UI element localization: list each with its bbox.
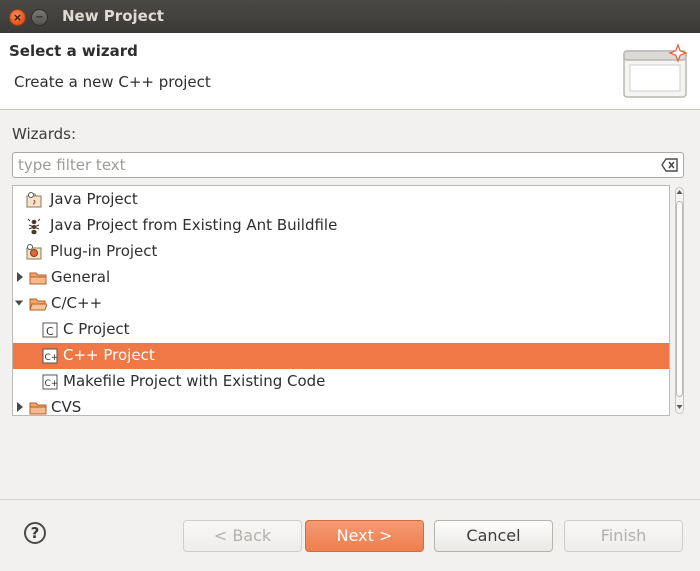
wizard-tree[interactable]: Java Project Java Project from Existing … <box>12 185 670 416</box>
tree-item-label: Java Project <box>50 190 138 208</box>
svg-text:C: C <box>46 325 54 338</box>
back-button[interactable]: < Back <box>183 520 302 552</box>
cpp-project-icon: C+ <box>42 348 59 364</box>
scroll-up-icon[interactable] <box>676 189 683 195</box>
folder-icon <box>29 272 47 285</box>
tree-item-label: C Project <box>63 320 130 338</box>
plugin-project-icon <box>26 244 42 260</box>
svg-text:C+: C+ <box>45 353 59 363</box>
folder-open-icon <box>29 298 47 311</box>
minimize-window-button[interactable]: − <box>31 9 48 26</box>
filter-input[interactable] <box>13 153 648 177</box>
close-window-button[interactable]: × <box>9 9 26 26</box>
tree-item-cpp-project[interactable]: C+ C++ Project <box>13 343 669 369</box>
window-title: New Project <box>62 7 164 25</box>
collapse-arrow-icon[interactable] <box>14 297 24 309</box>
tree-item-label: CVS <box>51 398 82 416</box>
ant-icon <box>27 218 41 235</box>
tree-item-cpp-category[interactable]: C/C++ <box>13 291 669 317</box>
tree-item-label: C/C++ <box>51 294 103 312</box>
page-title: Select a wizard <box>9 42 138 60</box>
tree-item-label: Makefile Project with Existing Code <box>63 372 326 390</box>
svg-text:C+: C+ <box>45 379 59 389</box>
wizards-label: Wizards: <box>12 125 77 143</box>
finish-button[interactable]: Finish <box>564 520 683 552</box>
tree-item-c-project[interactable]: C C Project <box>13 317 669 343</box>
cancel-button[interactable]: Cancel <box>434 520 553 552</box>
tree-item-label: C++ Project <box>63 346 155 364</box>
tree-item-makefile-project[interactable]: C+ Makefile Project with Existing Code <box>13 369 669 395</box>
new-project-dialog: × − New Project Select a wizard Create a… <box>0 0 700 571</box>
tree-item-cvs[interactable]: CVS <box>13 395 669 416</box>
tree-scrollbar[interactable] <box>672 185 686 416</box>
help-button[interactable]: ? <box>24 522 46 544</box>
wizard-header: Select a wizard Create a new C++ project <box>0 33 700 110</box>
next-button[interactable]: Next > <box>305 520 424 552</box>
footer-divider <box>0 499 700 500</box>
c-project-icon: C <box>42 322 58 338</box>
expand-arrow-icon[interactable] <box>15 271 25 283</box>
filter-field <box>12 152 684 178</box>
tree-item-java-ant-project[interactable]: Java Project from Existing Ant Buildfile <box>13 213 669 239</box>
tree-item-plugin-project[interactable]: Plug-in Project <box>13 239 669 265</box>
folder-icon <box>29 402 47 415</box>
wizard-banner-icon <box>623 43 688 98</box>
scroll-down-icon[interactable] <box>676 404 683 410</box>
clear-filter-icon[interactable] <box>661 157 679 173</box>
tree-item-label: Java Project from Existing Ant Buildfile <box>50 216 338 234</box>
tree-item-label: Plug-in Project <box>50 242 158 260</box>
title-bar[interactable]: × − New Project <box>0 0 700 33</box>
scrollbar-thumb[interactable] <box>676 201 683 397</box>
tree-item-label: General <box>51 268 111 286</box>
page-description: Create a new C++ project <box>14 73 211 91</box>
makefile-project-icon: C+ <box>42 374 59 390</box>
tree-item-java-project[interactable]: Java Project <box>13 187 669 213</box>
tree-item-general[interactable]: General <box>13 265 669 291</box>
expand-arrow-icon[interactable] <box>15 401 25 413</box>
java-project-icon <box>26 192 42 208</box>
